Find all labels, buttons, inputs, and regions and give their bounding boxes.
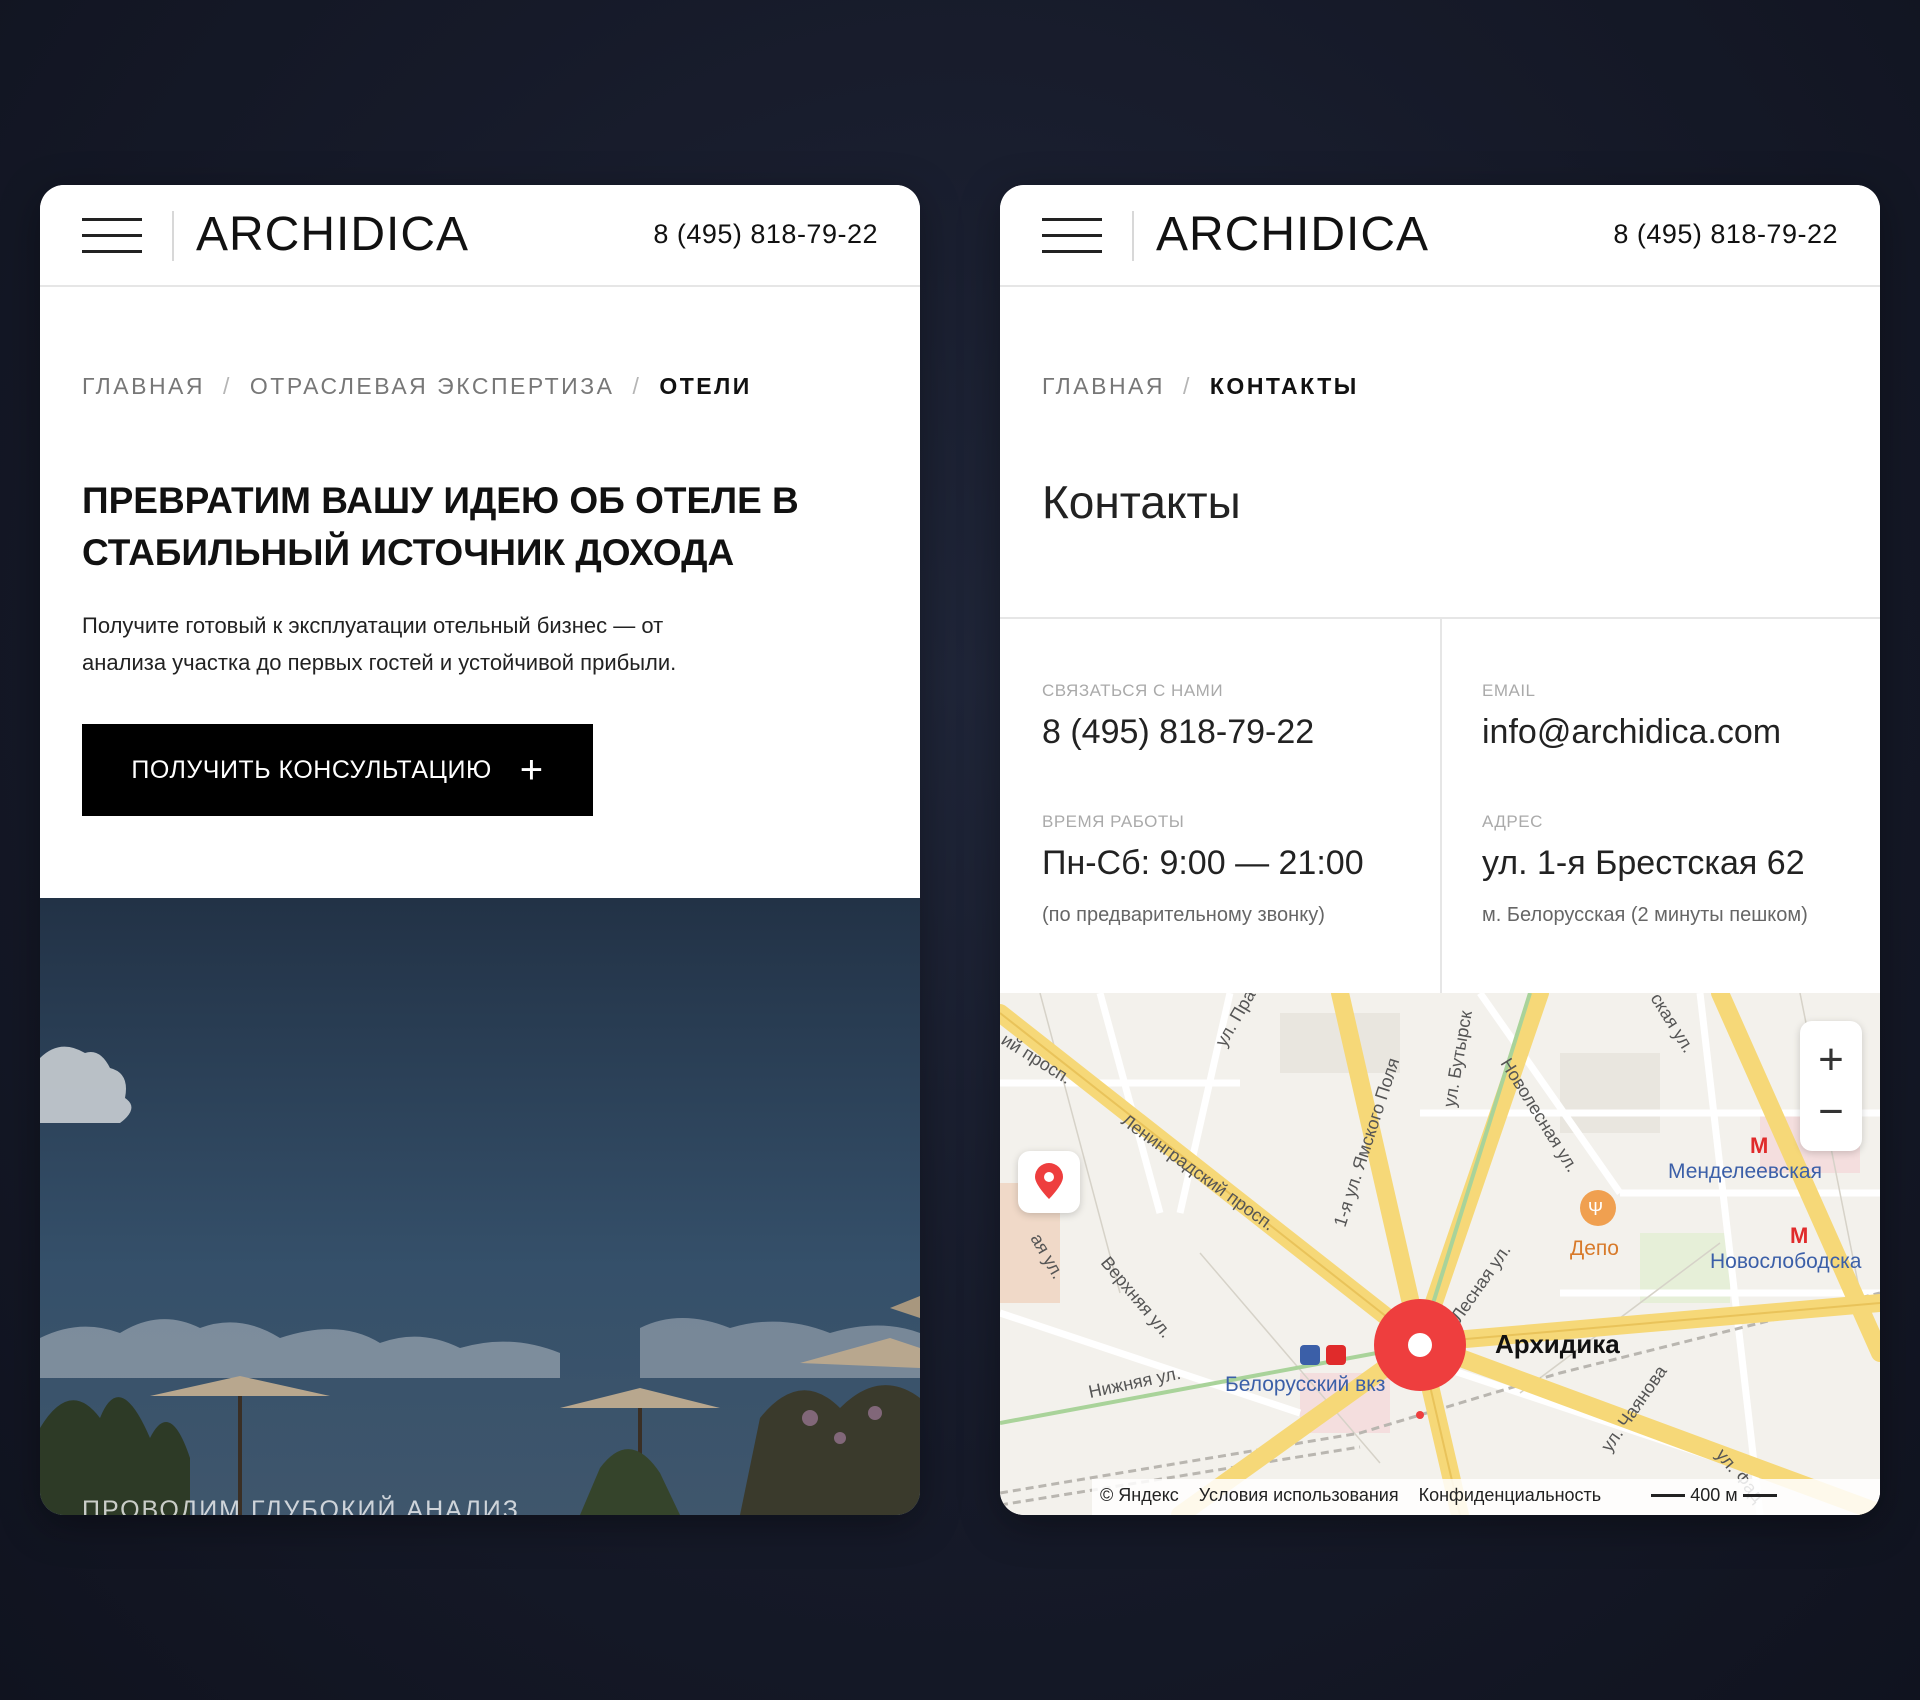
header-divider bbox=[1132, 211, 1134, 261]
site-header: ARCHIDICA 8 (495) 818-79-22 bbox=[1000, 185, 1880, 287]
place-label[interactable]: Новослободска bbox=[1710, 1250, 1862, 1273]
hero-title-line: СТАБИЛЬНЫЙ ИСТОЧНИК ДОХОДА bbox=[82, 532, 735, 573]
address-note: м. Белорусская (2 минуты пешком) bbox=[1482, 904, 1808, 926]
address-label: АДРЕС bbox=[1482, 812, 1543, 831]
place-label[interactable]: Менделеевская bbox=[1668, 1160, 1822, 1183]
hero-subtitle-line: Получите готовый к эксплуатации отельный… bbox=[82, 613, 664, 638]
metro-icon bbox=[1326, 1345, 1346, 1365]
logo[interactable]: ARCHIDICA bbox=[1156, 207, 1429, 262]
logo[interactable]: ARCHIDICA bbox=[196, 207, 469, 262]
metro-icon: M bbox=[1790, 1223, 1808, 1248]
breadcrumb-separator: / bbox=[1183, 373, 1192, 399]
menu-icon[interactable] bbox=[1042, 215, 1102, 255]
yandex-map[interactable]: ий просп. Ленинградский просп. 1-я ул. Я… bbox=[1000, 993, 1880, 1515]
hero-subtitle: Получите готовый к эксплуатации отельный… bbox=[82, 607, 882, 681]
place-label[interactable]: Депо bbox=[1570, 1237, 1619, 1260]
zoom-out-button[interactable]: − bbox=[1818, 1090, 1844, 1134]
map-canvas[interactable]: ий просп. Ленинградский просп. 1-я ул. Я… bbox=[1000, 993, 1880, 1515]
fork-icon: Ψ bbox=[1588, 1199, 1603, 1219]
contact-label: СВЯЗАТЬСЯ С НАМИ bbox=[1042, 681, 1224, 700]
hotel-terrace-photo: ПРОВОДИМ ГЛУБОКИЙ АНАЛИЗ bbox=[40, 898, 920, 1515]
scale-bar: 400 м bbox=[1651, 1484, 1777, 1506]
address: ул. 1-я Брестская 62 bbox=[1482, 844, 1805, 882]
map-footer: © Яндекс Условия использования Конфиденц… bbox=[1000, 1475, 1880, 1515]
metro-icon: M bbox=[1750, 1133, 1768, 1158]
plus-icon: + bbox=[519, 748, 544, 792]
place-label[interactable]: Белорусский вкз bbox=[1225, 1373, 1385, 1396]
terms-link[interactable]: Условия использования bbox=[1199, 1485, 1399, 1506]
location-pin-icon bbox=[1035, 1163, 1063, 1199]
train-icon bbox=[1300, 1345, 1320, 1365]
header-divider bbox=[172, 211, 174, 261]
hours-note: (по предварительному звонку) bbox=[1042, 904, 1325, 926]
site-header: ARCHIDICA 8 (495) 818-79-22 bbox=[40, 185, 920, 287]
breadcrumb-current: ОТЕЛИ bbox=[659, 373, 752, 399]
zoom-in-button[interactable]: + bbox=[1818, 1038, 1844, 1082]
breadcrumb-separator: / bbox=[223, 373, 232, 399]
hero-subtitle-line: анализа участка до первых гостей и устой… bbox=[82, 650, 677, 675]
place-label-archidica[interactable]: Архидика bbox=[1495, 1329, 1620, 1359]
map-zoom-control: + − bbox=[1800, 1021, 1862, 1151]
privacy-link[interactable]: Конфиденциальность bbox=[1419, 1485, 1602, 1506]
scale-line bbox=[1651, 1494, 1686, 1498]
breadcrumb-current: КОНТАКТЫ bbox=[1209, 373, 1359, 399]
contact-phone-link[interactable]: 8 (495) 818-79-22 bbox=[1042, 713, 1314, 752]
header-phone-link[interactable]: 8 (495) 818-79-22 bbox=[653, 219, 878, 250]
header-phone-link[interactable]: 8 (495) 818-79-22 bbox=[1613, 219, 1838, 250]
get-consultation-button[interactable]: ПОЛУЧИТЬ КОНСУЛЬТАЦИЮ + bbox=[82, 724, 593, 816]
map-location-button[interactable] bbox=[1018, 1151, 1080, 1213]
location-pin-center bbox=[1408, 1333, 1432, 1357]
breadcrumb-industry-expertise[interactable]: ОТРАСЛЕВАЯ ЭКСПЕРТИЗА bbox=[250, 373, 615, 399]
hotels-page-card: ARCHIDICA 8 (495) 818-79-22 ГЛАВНАЯ / ОТРА… bbox=[40, 185, 920, 1515]
contacts-grid: СВЯЗАТЬСЯ С НАМИ 8 (495) 818-79-22 EMAIL… bbox=[1000, 617, 1880, 995]
menu-icon[interactable] bbox=[82, 215, 142, 255]
hero-title: ПРЕВРАТИМ ВАШУ ИДЕЮ ОБ ОТЕЛЕ В СТАБИЛЬНЫ… bbox=[82, 475, 882, 579]
contacts-page-card: ARCHIDICA 8 (495) 818-79-22 ГЛАВНАЯ / КОНТ… bbox=[1000, 185, 1880, 1515]
grid-divider bbox=[1440, 619, 1442, 995]
scale-label: 400 м bbox=[1690, 1484, 1738, 1505]
hours-label: ВРЕМЯ РАБОТЫ bbox=[1042, 812, 1185, 831]
hero-title-line: ПРЕВРАТИМ ВАШУ ИДЕЮ ОБ ОТЕЛЕ В bbox=[82, 480, 799, 521]
breadcrumb-home[interactable]: ГЛАВНАЯ bbox=[1042, 373, 1165, 399]
breadcrumb: ГЛАВНАЯ / ОТРАСЛЕВАЯ ЭКСПЕРТИЗА / ОТЕЛИ bbox=[82, 373, 752, 400]
photo-illustration bbox=[40, 898, 920, 1515]
email-label: EMAIL bbox=[1482, 681, 1536, 700]
breadcrumb-separator: / bbox=[632, 373, 642, 399]
email-link[interactable]: info@archidica.com bbox=[1482, 713, 1781, 752]
cta-label: ПОЛУЧИТЬ КОНСУЛЬТАЦИЮ bbox=[131, 755, 492, 784]
breadcrumb: ГЛАВНАЯ / КОНТАКТЫ bbox=[1042, 373, 1359, 400]
photo-caption: ПРОВОДИМ ГЛУБОКИЙ АНАЛИЗ bbox=[82, 1496, 520, 1515]
working-hours: Пн-Сб: 9:00 — 21:00 bbox=[1042, 844, 1364, 882]
scale-line bbox=[1742, 1494, 1777, 1498]
breadcrumb-home[interactable]: ГЛАВНАЯ bbox=[82, 373, 205, 399]
page-title: Контакты bbox=[1042, 476, 1241, 528]
yandex-copyright-link[interactable]: © Яндекс bbox=[1100, 1485, 1179, 1506]
location-dot bbox=[1416, 1411, 1424, 1419]
